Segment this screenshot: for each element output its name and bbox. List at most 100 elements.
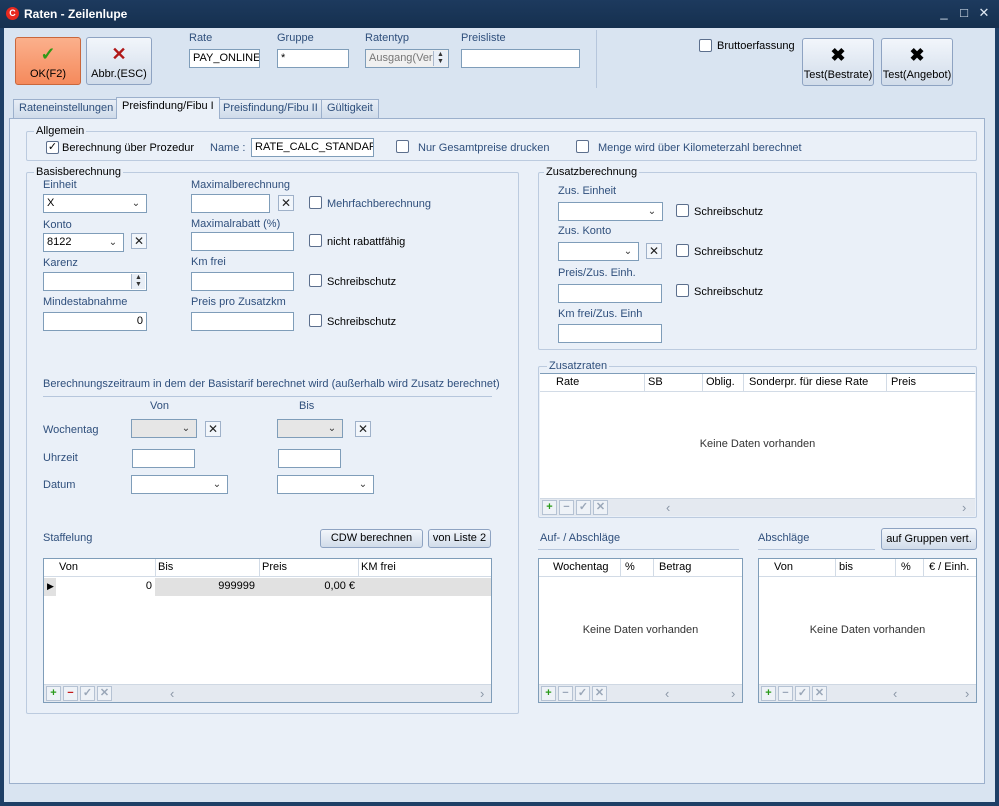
gesamtpreise-checkbox[interactable]	[396, 140, 409, 153]
scroll-left-icon[interactable]: ‹	[170, 686, 174, 701]
scroll-right-icon[interactable]: ›	[480, 686, 484, 701]
schreibschutz-preiszusatzkm-checkbox[interactable]	[309, 314, 322, 327]
cell-von[interactable]: 0	[56, 578, 155, 596]
column-header[interactable]: Bis	[158, 561, 173, 573]
add-row-button[interactable]: +	[542, 500, 557, 515]
close-button[interactable]: ✕	[976, 5, 992, 21]
scroll-right-icon[interactable]: ›	[965, 686, 969, 701]
kmfrei-field[interactable]	[191, 272, 294, 291]
remove-row-button[interactable]: −	[558, 686, 573, 701]
zus-konto-schreibschutz-checkbox[interactable]	[676, 244, 689, 257]
uhrzeit-von-field[interactable]	[132, 449, 195, 468]
cell-preis[interactable]: 0,00 €	[260, 580, 358, 592]
mindestabnahme-field[interactable]: 0	[43, 312, 147, 331]
clear-zus-konto-button[interactable]: ✕	[646, 243, 662, 259]
remove-row-button[interactable]: −	[778, 686, 793, 701]
column-header[interactable]: Oblig.	[706, 376, 735, 388]
column-header[interactable]: %	[901, 561, 911, 573]
clear-maximalberechnung-button[interactable]: ✕	[278, 195, 294, 211]
cell-bis[interactable]: 999999	[156, 580, 258, 592]
cancel-row-button[interactable]: ✕	[592, 686, 607, 701]
zus-preis-schreibschutz-checkbox[interactable]	[676, 284, 689, 297]
table-row[interactable]: ▶ 0 999999 0,00 €	[44, 578, 491, 596]
tab-rateneinstellungen[interactable]: Rateneinstellungen	[13, 99, 120, 118]
wochentag-bis-select[interactable]: ⌄	[277, 419, 343, 438]
auf-gruppen-verteilen-button[interactable]: auf Gruppen vert.	[881, 528, 977, 550]
column-header[interactable]: Preis	[262, 561, 287, 573]
ratentyp-select[interactable]: Ausgang(Ver ▲ ▼	[365, 49, 449, 68]
km-menge-checkbox[interactable]	[576, 140, 589, 153]
column-header[interactable]: € / Einh.	[929, 561, 969, 573]
staffelung-grid[interactable]: Von Bis Preis KM frei ▶ 0 999999 0,00 € …	[43, 558, 492, 703]
rate-field[interactable]: PAY_ONLINE	[189, 49, 260, 68]
schreibschutz-kmfrei-checkbox[interactable]	[309, 274, 322, 287]
karenz-field[interactable]: ▲ ▼	[43, 272, 147, 291]
column-header[interactable]: bis	[839, 561, 853, 573]
auf-abschlaege-grid[interactable]: Wochentag % Betrag Keine Daten vorhanden…	[538, 558, 743, 703]
ok-button[interactable]: ✓ OK(F2)	[15, 37, 81, 85]
add-row-button[interactable]: +	[46, 686, 61, 701]
spin-icon[interactable]: ▲ ▼	[131, 274, 145, 289]
uhrzeit-bis-field[interactable]	[278, 449, 341, 468]
column-header[interactable]: SB	[648, 376, 663, 388]
confirm-row-button[interactable]: ✓	[80, 686, 95, 701]
scroll-left-icon[interactable]: ‹	[666, 500, 670, 515]
column-header[interactable]: Rate	[556, 376, 579, 388]
column-header[interactable]: Wochentag	[553, 561, 608, 573]
von-liste-2-button[interactable]: von Liste 2	[428, 529, 491, 548]
column-header[interactable]: Preis	[891, 376, 916, 388]
add-row-button[interactable]: +	[541, 686, 556, 701]
tab-preisfindung-fibu-1[interactable]: Preisfindung/Fibu I	[116, 97, 220, 119]
datum-bis-select[interactable]: ⌄	[277, 475, 374, 494]
column-header[interactable]: %	[625, 561, 635, 573]
nicht-rabattfaehig-checkbox[interactable]	[309, 234, 322, 247]
test-angebot-button[interactable]: ✖ Test(Angebot)	[881, 38, 953, 86]
maximize-button[interactable]: □	[956, 5, 972, 21]
clear-konto-button[interactable]: ✕	[131, 233, 147, 249]
cancel-button[interactable]: ✕ Abbr.(ESC)	[86, 37, 152, 85]
gruppe-field[interactable]: *	[277, 49, 349, 68]
zus-einheit-schreibschutz-checkbox[interactable]	[676, 204, 689, 217]
add-row-button[interactable]: +	[761, 686, 776, 701]
scroll-left-icon[interactable]: ‹	[665, 686, 669, 701]
clear-wochentag-von-button[interactable]: ✕	[205, 421, 221, 437]
scroll-right-icon[interactable]: ›	[731, 686, 735, 701]
zus-preis-field[interactable]	[558, 284, 662, 303]
tab-gueltigkeit[interactable]: Gültigkeit	[321, 99, 379, 118]
spin-icon[interactable]: ▲ ▼	[433, 51, 447, 66]
konto-select[interactable]: 8122 ⌄	[43, 233, 124, 252]
column-header[interactable]: Von	[59, 561, 78, 573]
datum-von-select[interactable]: ⌄	[131, 475, 228, 494]
maximalberechnung-field[interactable]	[191, 194, 270, 213]
clear-wochentag-bis-button[interactable]: ✕	[355, 421, 371, 437]
cancel-row-button[interactable]: ✕	[812, 686, 827, 701]
name-field[interactable]: RATE_CALC_STANDAR	[251, 138, 374, 157]
zusatzraten-grid[interactable]: Rate SB Oblig. Sonderpr. für diese Rate …	[540, 373, 975, 516]
column-header[interactable]: Betrag	[659, 561, 691, 573]
zus-kmfrei-field[interactable]	[558, 324, 662, 343]
column-header[interactable]: KM frei	[361, 561, 396, 573]
confirm-row-button[interactable]: ✓	[795, 686, 810, 701]
preisliste-field[interactable]	[461, 49, 580, 68]
scroll-left-icon[interactable]: ‹	[893, 686, 897, 701]
confirm-row-button[interactable]: ✓	[576, 500, 591, 515]
column-header[interactable]: Sonderpr. für diese Rate	[749, 376, 868, 388]
cancel-row-button[interactable]: ✕	[97, 686, 112, 701]
zus-konto-select[interactable]: ⌄	[558, 242, 639, 261]
einheit-select[interactable]: X ⌄	[43, 194, 147, 213]
zus-einheit-select[interactable]: ⌄	[558, 202, 663, 221]
cdw-berechnen-button[interactable]: CDW berechnen	[320, 529, 423, 548]
preiszusatzkm-field[interactable]	[191, 312, 294, 331]
mehrfach-checkbox[interactable]	[309, 196, 322, 209]
minimize-button[interactable]: _	[936, 5, 952, 21]
tab-preisfindung-fibu-2[interactable]: Preisfindung/Fibu II	[217, 99, 324, 118]
remove-row-button[interactable]: −	[559, 500, 574, 515]
prozedur-checkbox[interactable]: ✓	[46, 141, 59, 154]
cancel-row-button[interactable]: ✕	[593, 500, 608, 515]
remove-row-button[interactable]: −	[63, 686, 78, 701]
abschlaege-grid[interactable]: Von bis % € / Einh. Keine Daten vorhande…	[758, 558, 977, 703]
scroll-right-icon[interactable]: ›	[962, 500, 966, 515]
maximalrabatt-field[interactable]	[191, 232, 294, 251]
bruttoerfassung-checkbox[interactable]	[699, 39, 712, 52]
wochentag-von-select[interactable]: ⌄	[131, 419, 197, 438]
